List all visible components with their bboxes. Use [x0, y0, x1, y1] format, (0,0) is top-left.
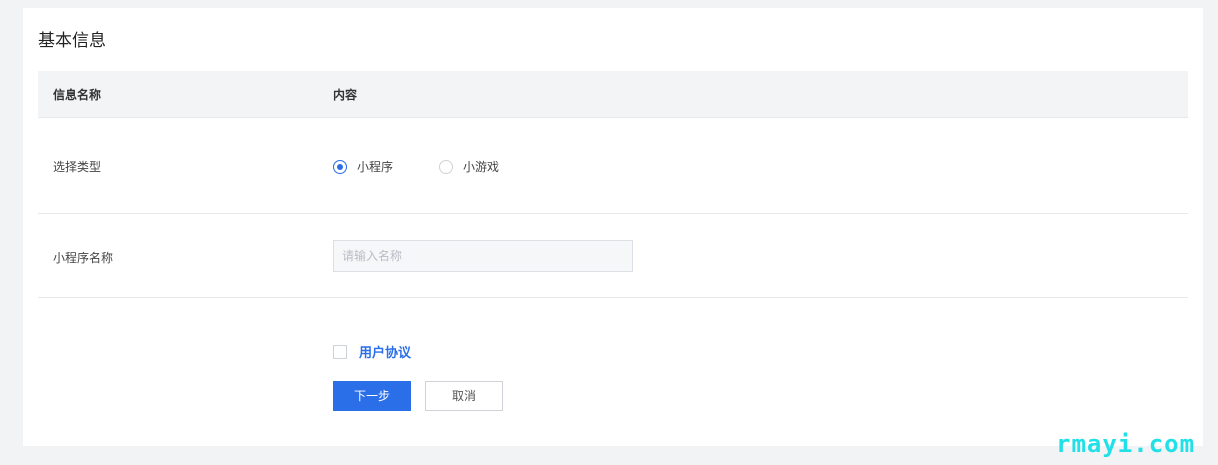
- radio-mini-game-label: 小游戏: [463, 160, 500, 174]
- info-table: 信息名称 内容 选择类型 小程序 小游戏 小程序名称: [38, 71, 1188, 298]
- radio-mini-game[interactable]: 小游戏: [439, 158, 499, 175]
- radio-mini-program-label: 小程序: [357, 160, 394, 174]
- user-agreement-link[interactable]: 用户协议: [359, 342, 411, 361]
- table-row-type: 选择类型 小程序 小游戏: [38, 118, 1188, 214]
- type-radio-group: 小程序 小游戏: [333, 158, 499, 175]
- table-header: 信息名称 内容: [38, 71, 1188, 118]
- type-label: 选择类型: [53, 160, 102, 174]
- radio-unchecked-icon[interactable]: [439, 159, 454, 174]
- agreement: 用户协议: [333, 342, 411, 361]
- radio-mini-program[interactable]: 小程序: [333, 158, 393, 175]
- radio-checked-icon[interactable]: [333, 159, 347, 174]
- header-content: 内容: [333, 88, 358, 102]
- section-title: 基本信息: [38, 31, 106, 51]
- watermark: rmayi.com: [1056, 430, 1196, 458]
- name-input[interactable]: [333, 240, 633, 272]
- cancel-button[interactable]: 取消: [425, 381, 503, 411]
- agreement-checkbox[interactable]: [333, 344, 347, 359]
- basic-info-card: 基本信息 信息名称 内容 选择类型 小程序 小游戏 小程序名称 请输入名称 用户…: [23, 8, 1203, 446]
- next-step-button[interactable]: 下一步: [333, 381, 411, 411]
- table-row-name: 小程序名称: [38, 214, 1188, 298]
- name-label: 小程序名称: [53, 251, 114, 265]
- header-info-name: 信息名称: [53, 88, 102, 102]
